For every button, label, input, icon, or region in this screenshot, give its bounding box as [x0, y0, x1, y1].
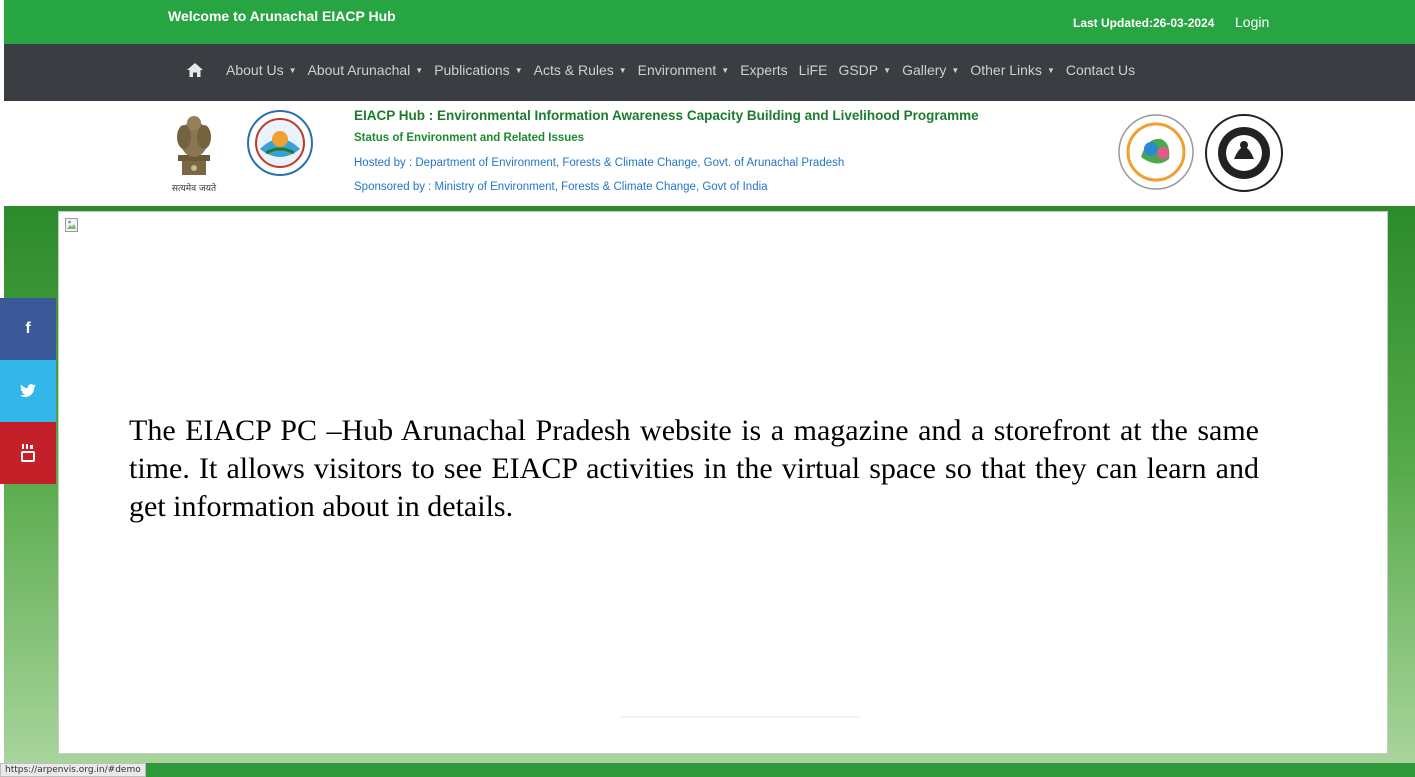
nav-gallery[interactable]: Gallery ▼	[902, 62, 959, 78]
caret-down-icon: ▼	[288, 65, 297, 75]
caret-down-icon: ▼	[1046, 65, 1055, 75]
footer-bar	[4, 763, 1415, 777]
nav-environment[interactable]: Environment ▼	[638, 62, 730, 78]
nav-about-us-label[interactable]: About Us	[226, 62, 284, 78]
nav-other-links-label[interactable]: Other Links	[970, 62, 1042, 78]
nav-home[interactable]	[187, 63, 215, 77]
nav-experts[interactable]: Experts	[740, 62, 787, 78]
content-frame: The EIACP PC –Hub Arunachal Pradesh webs…	[58, 211, 1388, 754]
nav-other-links[interactable]: Other Links ▼	[970, 62, 1055, 78]
last-updated-text: Last Updated:26-03-2024	[1073, 16, 1215, 30]
facebook-icon[interactable]: f	[25, 320, 30, 338]
pollution-board-logo	[1205, 114, 1283, 192]
nav-about-us[interactable]: About Us ▼	[226, 62, 297, 78]
sponsored-by-text: Sponsored by : Ministry of Environment, …	[354, 181, 768, 193]
header-banner: सत्यमेव जयते EIACP Hub : Environmental I…	[4, 101, 1415, 206]
nav-publications-label[interactable]: Publications	[434, 62, 510, 78]
nav-gallery-label[interactable]: Gallery	[902, 62, 946, 78]
caret-down-icon: ▼	[514, 65, 523, 75]
main-nav: About Us ▼ About Arunachal ▼ Publications ▼…	[4, 44, 1415, 101]
status-bar-url: https://arpenvis.org.in/#demo	[0, 763, 146, 777]
hosted-by-text: Hosted by : Department of Environment, F…	[354, 157, 845, 169]
banner-title: EIACP Hub : Environmental Information Aw…	[354, 108, 979, 123]
nav-contact-us-label[interactable]: Contact Us	[1066, 62, 1135, 78]
caret-down-icon: ▼	[951, 65, 960, 75]
emblem-caption: सत्यमेव जयते	[172, 182, 217, 194]
envis-logo	[247, 110, 313, 176]
nav-about-arunachal-label[interactable]: About Arunachal	[308, 62, 411, 78]
youtube-icon[interactable]	[21, 444, 35, 462]
broken-image-icon	[65, 218, 78, 232]
nav-experts-label[interactable]: Experts	[740, 62, 787, 78]
nav-environment-label[interactable]: Environment	[638, 62, 717, 78]
nav-publications[interactable]: Publications ▼	[434, 62, 522, 78]
nav-menu: About Us ▼ About Arunachal ▼ Publications ▼…	[187, 62, 1146, 78]
divider	[619, 716, 859, 718]
intro-paragraph: The EIACP PC –Hub Arunachal Pradesh webs…	[129, 414, 1259, 523]
nav-life-label[interactable]: LiFE	[799, 62, 828, 78]
banner-subtitle: Status of Environment and Related Issues	[354, 132, 585, 144]
home-icon[interactable]	[187, 63, 203, 77]
nav-acts-rules[interactable]: Acts & Rules ▼	[534, 62, 627, 78]
nav-life[interactable]: LiFE	[799, 62, 828, 78]
login-link[interactable]: Login	[1235, 14, 1269, 30]
caret-down-icon: ▼	[415, 65, 424, 75]
twitter-icon[interactable]	[20, 384, 36, 398]
caret-down-icon: ▼	[883, 65, 892, 75]
national-emblem-logo: सत्यमेव जयते	[172, 116, 217, 194]
facebook-button[interactable]: f	[0, 298, 56, 360]
top-bar: Welcome to Arunachal EIACP Hub Last Upda…	[4, 0, 1415, 44]
youtube-button[interactable]	[0, 422, 56, 484]
biodiversity-logo	[1118, 114, 1194, 190]
nav-gsdp-label[interactable]: GSDP	[838, 62, 878, 78]
welcome-text: Welcome to Arunachal EIACP Hub	[168, 8, 396, 24]
nav-contact-us[interactable]: Contact Us	[1066, 62, 1135, 78]
twitter-button[interactable]	[0, 360, 56, 422]
caret-down-icon: ▼	[618, 65, 627, 75]
caret-down-icon: ▼	[721, 65, 730, 75]
nav-about-arunachal[interactable]: About Arunachal ▼	[308, 62, 424, 78]
nav-gsdp[interactable]: GSDP ▼	[838, 62, 891, 78]
nav-acts-rules-label[interactable]: Acts & Rules	[534, 62, 614, 78]
